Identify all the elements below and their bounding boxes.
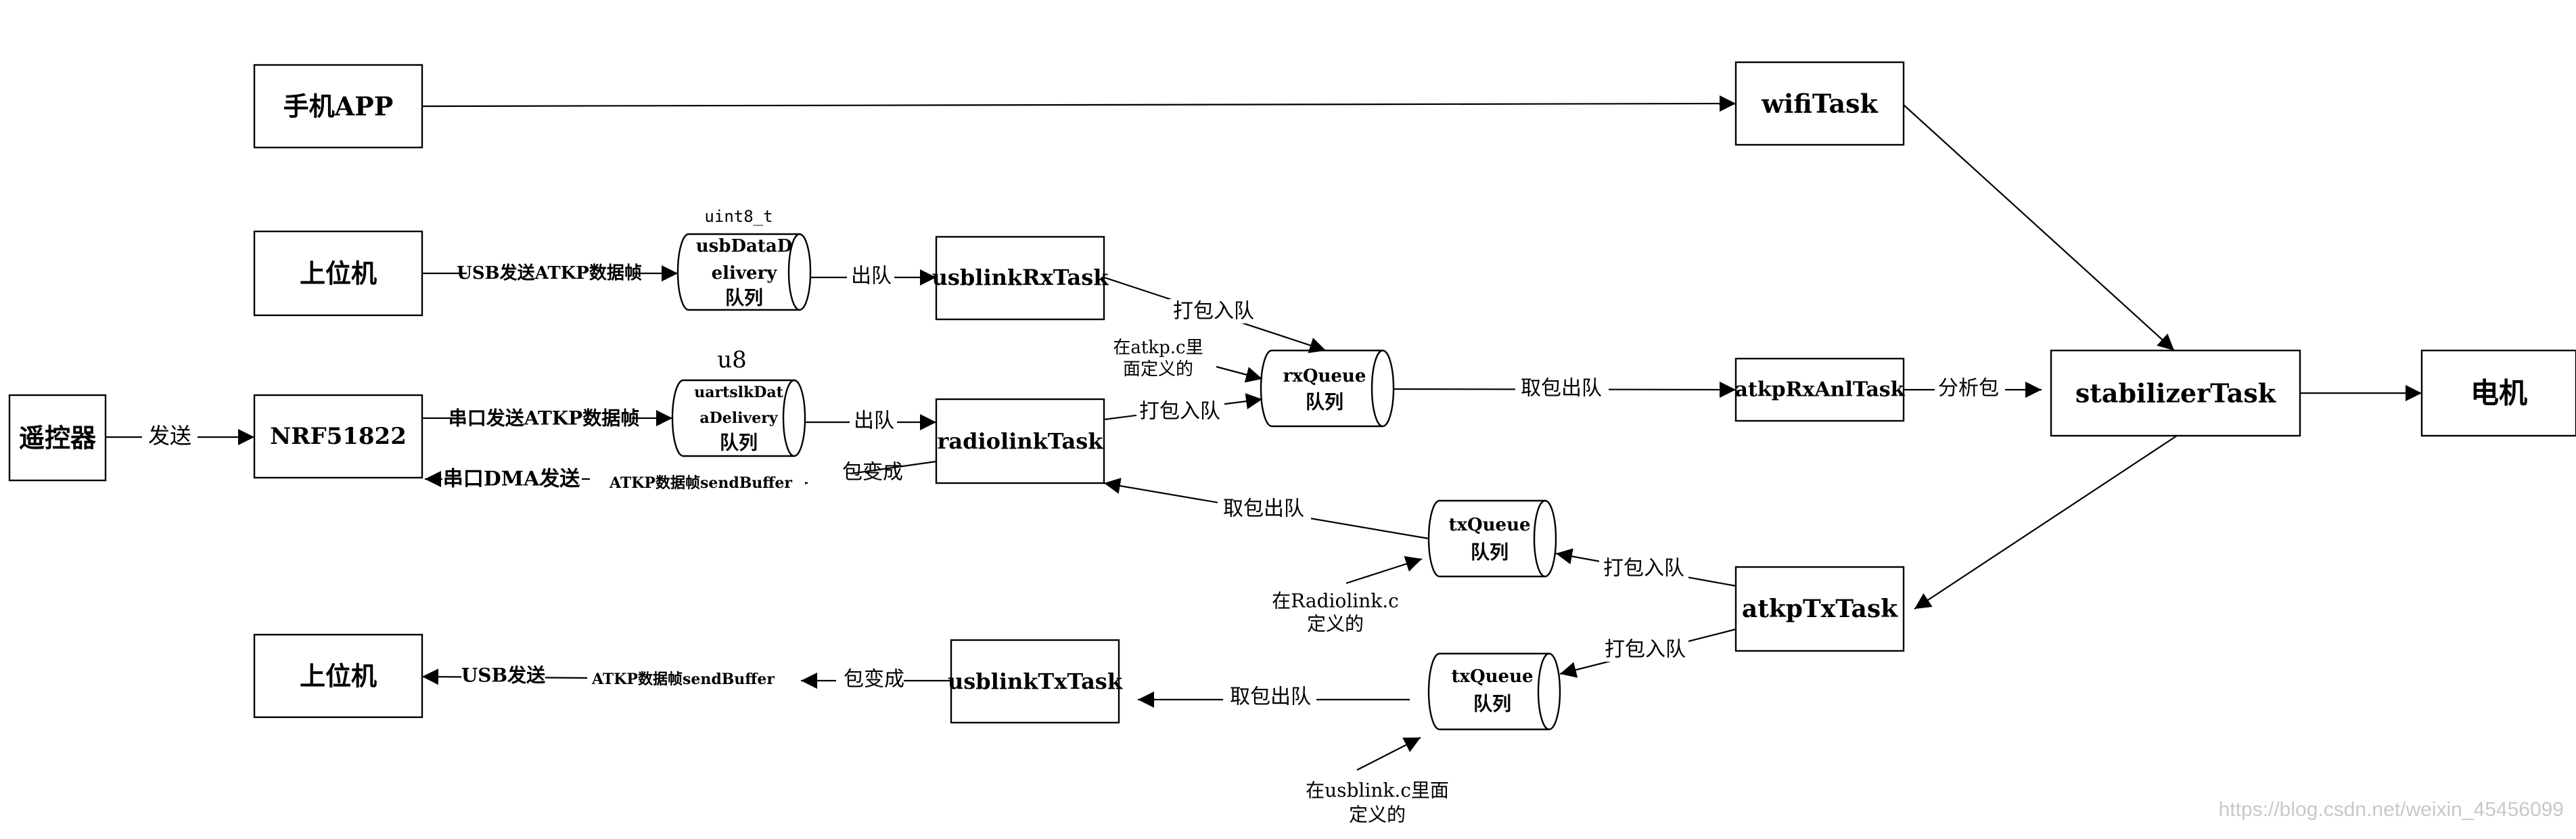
host-pc-bottom-label: 上位机 [300, 661, 377, 691]
take-dequeue-radio-label: 取包出队 [1223, 497, 1304, 521]
pkt-becomes-radio-label: 包变成 [842, 461, 903, 484]
send-label: 发送 [148, 423, 191, 449]
usblink-tx-task-label: usblinkTxTask [948, 668, 1123, 694]
dequeue-label-2: 出队 [854, 409, 894, 433]
uart-queue-line1: uartslkDat [694, 384, 783, 401]
dequeue-label-1: 出队 [851, 265, 892, 288]
uart-send-frame-label: 串口发送ATKP数据帧 [448, 407, 639, 430]
atkp-sendbuffer-usb-label: ATKP数据帧sendBuffer [591, 671, 775, 688]
pkt-becomes-usb-label: 包变成 [844, 668, 904, 691]
rx-queue-line2: 队列 [1306, 391, 1343, 413]
tx-queue-usb [1427, 652, 1561, 731]
nrf-label: NRF51822 [270, 423, 407, 450]
arrow-usblink-note [1356, 737, 1421, 771]
atkp-rx-anl-task-label: atkpRxAnlTask [1735, 378, 1906, 402]
radiolink-note-line2: 定义的 [1307, 613, 1364, 635]
analyze-packet-label: 分析包 [1938, 377, 1999, 401]
wifi-task-label: wifiTask [1761, 89, 1878, 119]
flow-diagram: 手机APP wifiTask 上位机 usblinkRxTask 遥控器 NRF… [8, 61, 2576, 826]
pack-enqueue-txusb-label: 打包入队 [1605, 638, 1686, 662]
host-pc-top-label: 上位机 [300, 258, 377, 289]
atkp-sendbuffer-radio-label: ATKP数据帧sendBuffer [609, 474, 792, 492]
phone-app-label: 手机APP [283, 91, 394, 122]
usblink-note-line2: 定义的 [1349, 804, 1406, 826]
rx-queue [1260, 349, 1395, 428]
tx-queue-usb-line2: 队列 [1473, 693, 1511, 715]
tx-queue-radio [1427, 499, 1557, 578]
usb-queue-type-label: uint8_t [704, 207, 773, 226]
uart-queue-line3: 队列 [720, 432, 758, 454]
pack-enqueue-label-2: 打包入队 [1139, 400, 1220, 424]
arrow-stabilizer-to-txtask [1914, 435, 2178, 610]
tx-queue-radio-line1: txQueue [1448, 515, 1530, 535]
atkp-tx-task-label: atkpTxTask [1742, 595, 1898, 623]
motor-label: 电机 [2470, 377, 2527, 410]
arrow-atkp-note [1216, 365, 1263, 383]
remote-label: 遥控器 [19, 423, 97, 453]
usb-queue-line3: 队列 [725, 287, 763, 309]
take-dequeue-usb-label: 取包出队 [1230, 685, 1311, 709]
uart-queue-type-label: u8 [717, 346, 747, 373]
atkp-note-line1: 在atkp.c里 [1113, 338, 1203, 358]
atkp-note-line2: 面定义的 [1123, 359, 1193, 380]
usb-queue-line1: usbDataD [696, 236, 793, 256]
usb-send-label: USB发送 [461, 664, 545, 687]
arrow-wifi-to-stabilizer [1903, 104, 2175, 351]
arrow-radiolink-note [1346, 555, 1423, 585]
stabilizer-task-label: stabilizerTask [2075, 378, 2276, 409]
arrow-phone-to-wifi [421, 95, 1736, 112]
radiolink-note-line1: 在Radiolink.c [1272, 590, 1399, 612]
usblink-note-line1: 在usblink.c里面 [1306, 779, 1449, 802]
uart-dma-send-label: 串口DMA发送 [443, 468, 580, 491]
arrows [106, 95, 2422, 771]
watermark: https://blog.csdn.net/weixin_45456099 [2219, 798, 2564, 821]
uart-queue-line2: aDelivery [699, 409, 778, 427]
take-dequeue-rx-label: 取包出队 [1521, 377, 1602, 401]
usblink-rx-task-label: usblinkRxTask [932, 265, 1109, 290]
radiolink-task-label: radiolinkTask [938, 428, 1104, 454]
usb-send-frame-label: USB发送ATKP数据帧 [457, 263, 642, 284]
pack-enqueue-txradio-label: 打包入队 [1603, 557, 1684, 581]
pack-enqueue-label-1: 打包入队 [1173, 300, 1254, 323]
rx-queue-line1: rxQueue [1283, 366, 1366, 386]
tx-queue-radio-line2: 队列 [1471, 541, 1509, 564]
usb-queue-line2: elivery [712, 263, 778, 284]
tx-queue-usb-line1: txQueue [1451, 666, 1533, 687]
